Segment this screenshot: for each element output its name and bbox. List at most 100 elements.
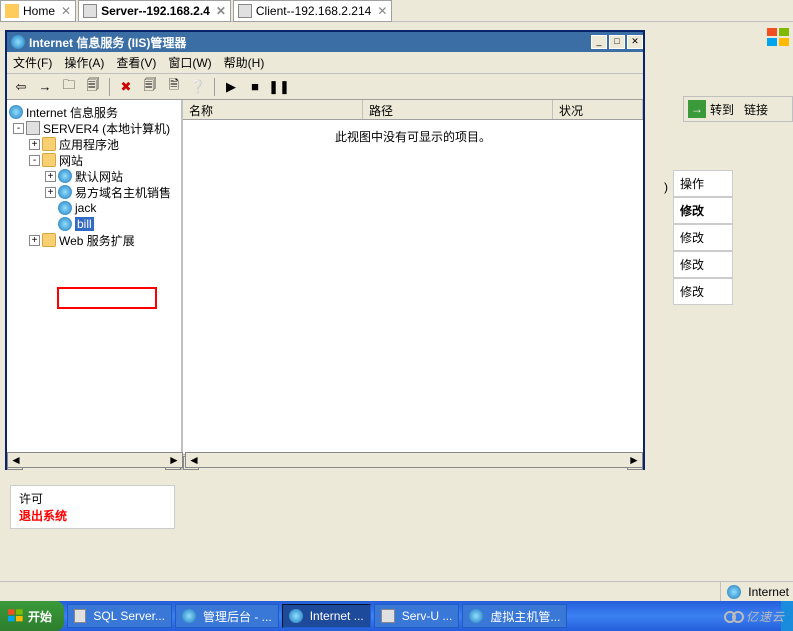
small-paren: ): [664, 180, 668, 194]
up-button[interactable]: 🗀: [59, 77, 79, 97]
expander-icon[interactable]: +: [29, 235, 40, 246]
tree-web-ext[interactable]: Web 服务扩展: [59, 232, 135, 249]
expander-icon[interactable]: +: [45, 171, 56, 182]
server-icon: [26, 121, 40, 135]
tab-close-icon[interactable]: ✕: [216, 4, 226, 18]
export-button[interactable]: 🗐: [140, 77, 160, 97]
highlight-annotation: [57, 287, 157, 309]
client-icon: [238, 4, 252, 18]
tree-sites[interactable]: 网站: [59, 152, 83, 169]
menu-operate[interactable]: 操作(A): [64, 54, 104, 71]
action-modify[interactable]: 修改: [673, 251, 733, 278]
tab-close-icon[interactable]: ✕: [377, 4, 387, 18]
pause-button[interactable]: ❚❚: [269, 77, 289, 97]
menu-view[interactable]: 查看(V): [116, 54, 156, 71]
tab-label: Client--192.168.2.214: [256, 4, 371, 18]
expander-icon[interactable]: +: [29, 139, 40, 150]
tab-home[interactable]: Home ✕: [0, 0, 76, 22]
help-button[interactable]: ❔: [188, 77, 208, 97]
toolbar-separator: [214, 78, 215, 96]
taskbar-item[interactable]: SQL Server...: [67, 604, 172, 628]
internet-icon: [727, 585, 741, 599]
tree-site-default[interactable]: 默认网站: [75, 168, 123, 185]
expander-icon[interactable]: -: [13, 123, 24, 134]
tree-site-jack[interactable]: jack: [75, 201, 96, 215]
goto-bar: → 转到 链接: [683, 96, 793, 122]
server-icon: [83, 4, 97, 18]
browser-tabs: Home ✕ Server--192.168.2.4 ✕ Client--192…: [0, 0, 793, 22]
menu-help[interactable]: 帮助(H): [224, 54, 265, 71]
toolbar-separator: [109, 78, 110, 96]
window-title: Internet 信息服务 (IIS)管理器: [29, 34, 589, 51]
empty-message: 此视图中没有可显示的项目。: [183, 120, 643, 145]
watermark: 亿速云: [724, 608, 785, 625]
window-titlebar[interactable]: Internet 信息服务 (IIS)管理器 _ □ ✕: [7, 32, 643, 52]
expander-icon[interactable]: -: [29, 155, 40, 166]
app-icon: [74, 609, 86, 623]
close-button[interactable]: ✕: [627, 35, 643, 49]
action-modify[interactable]: 修改: [673, 224, 733, 251]
taskbar-item[interactable]: 管理后台 - ...: [175, 604, 279, 628]
taskbar: 开始 SQL Server... 管理后台 - ... Internet ...…: [0, 601, 793, 631]
tree-root[interactable]: Internet 信息服务: [26, 104, 118, 121]
links-label[interactable]: 链接: [744, 101, 768, 118]
taskbar-item[interactable]: Serv-U ...: [374, 604, 460, 628]
col-path[interactable]: 路径: [363, 100, 553, 119]
tree-app-pool[interactable]: 应用程序池: [59, 136, 119, 153]
taskbar-item-active[interactable]: Internet ...: [282, 604, 371, 628]
folder-icon: [42, 233, 56, 247]
site-icon: [58, 201, 72, 215]
tab-client[interactable]: Client--192.168.2.214 ✕: [233, 0, 392, 22]
goto-label: 转到: [710, 101, 734, 118]
menu-bar: 文件(F) 操作(A) 查看(V) 窗口(W) 帮助(H): [7, 52, 643, 74]
site-icon: [58, 185, 72, 199]
actions-panel: 操作 修改 修改 修改 修改: [673, 170, 733, 305]
windows-start-icon: [8, 608, 24, 624]
menu-window[interactable]: 窗口(W): [168, 54, 211, 71]
folder-icon: [42, 137, 56, 151]
tab-label: Server--192.168.2.4: [101, 4, 210, 18]
iis-manager-window: Internet 信息服务 (IIS)管理器 _ □ ✕ 文件(F) 操作(A)…: [5, 30, 645, 470]
expander-icon[interactable]: +: [45, 187, 56, 198]
col-name[interactable]: 名称: [183, 100, 363, 119]
menu-file[interactable]: 文件(F): [13, 54, 52, 71]
site-icon: [58, 217, 72, 231]
delete-button[interactable]: ✖: [116, 77, 136, 97]
stop-button[interactable]: ■: [245, 77, 265, 97]
outer-scrollbar[interactable]: ◄► ◄►: [7, 452, 643, 468]
iis-icon: [11, 35, 25, 49]
action-modify-bold[interactable]: 修改: [673, 197, 733, 224]
forward-button[interactable]: →: [35, 77, 55, 97]
tree-site-yifang[interactable]: 易方域名主机销售: [75, 184, 171, 201]
props-button[interactable]: 🗐: [83, 77, 103, 97]
edit-button[interactable]: 🗎: [164, 77, 184, 97]
tree-site-bill[interactable]: bill: [75, 217, 94, 231]
col-status[interactable]: 状况: [553, 100, 643, 119]
permissions-box: 许可 退出系统: [10, 485, 175, 529]
goto-button[interactable]: →: [688, 100, 706, 118]
maximize-button[interactable]: □: [609, 35, 625, 49]
app-icon: [381, 609, 395, 623]
status-bar: Internet: [0, 581, 793, 601]
play-button[interactable]: ▶: [221, 77, 241, 97]
tab-close-icon[interactable]: ✕: [61, 4, 71, 18]
start-label: 开始: [28, 608, 52, 625]
app-icon: [469, 609, 483, 623]
list-panel: 名称 路径 状况 此视图中没有可显示的项目。 ◄►: [183, 100, 643, 470]
app-icon: [289, 609, 303, 623]
iis-root-icon: [9, 105, 23, 119]
start-button[interactable]: 开始: [0, 601, 64, 631]
toolbar: ⇦ → 🗀 🗐 ✖ 🗐 🗎 ❔ ▶ ■ ❚❚: [7, 74, 643, 100]
minimize-button[interactable]: _: [591, 35, 607, 49]
list-header: 名称 路径 状况: [183, 100, 643, 120]
tab-server[interactable]: Server--192.168.2.4 ✕: [78, 0, 231, 22]
action-modify[interactable]: 修改: [673, 278, 733, 305]
taskbar-item[interactable]: 虚拟主机管...: [462, 604, 567, 628]
allow-label[interactable]: 许可: [19, 490, 166, 507]
exit-system-link[interactable]: 退出系统: [19, 507, 166, 524]
tree-server[interactable]: SERVER4 (本地计算机): [43, 120, 170, 137]
status-internet: Internet: [748, 585, 789, 599]
action-header: 操作: [673, 170, 733, 197]
windows-flag-icon: [767, 28, 791, 48]
back-button[interactable]: ⇦: [11, 77, 31, 97]
